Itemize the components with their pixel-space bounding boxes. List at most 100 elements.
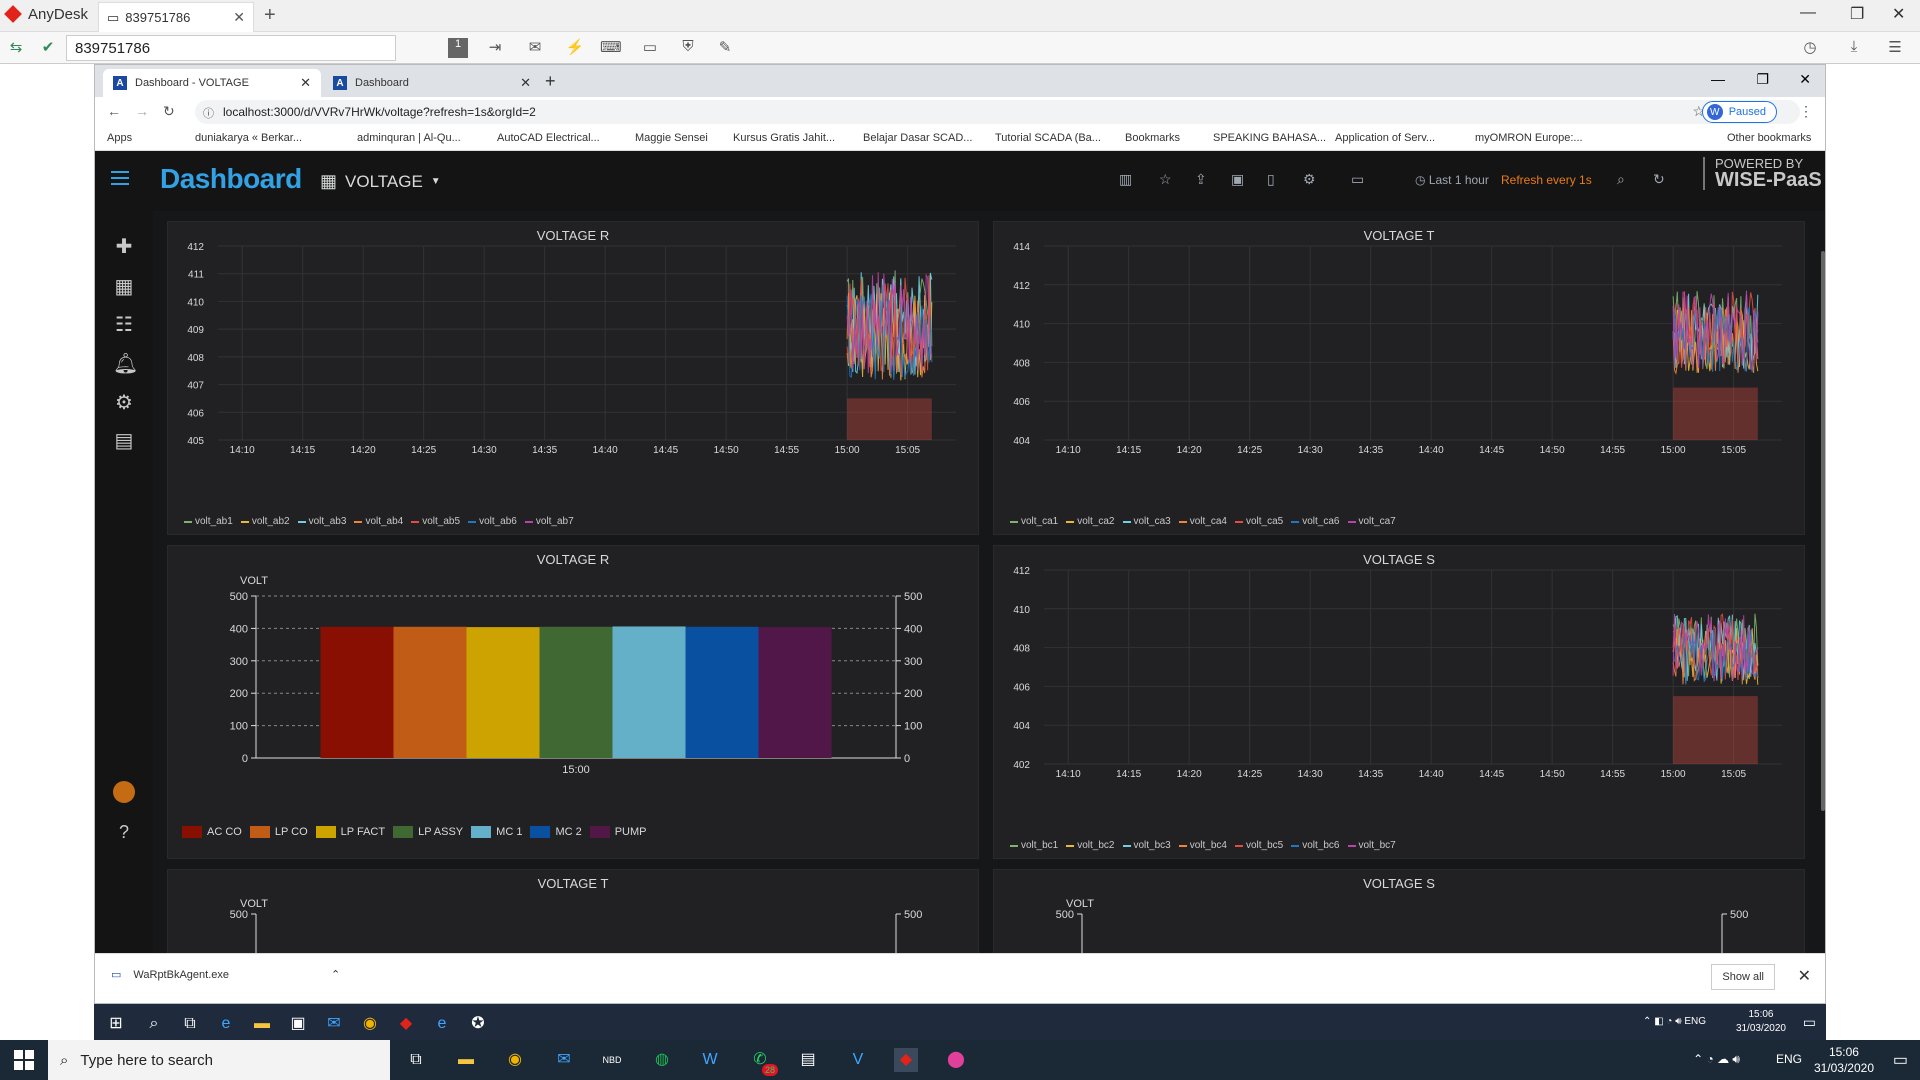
history-icon[interactable]: ◷ — [1800, 38, 1820, 58]
tab-dashboard[interactable]: A Dashboard ✕ — [323, 69, 541, 97]
legend-item[interactable]: volt_ab4 — [354, 516, 403, 527]
anydesk-icon[interactable]: ◆ — [394, 1012, 418, 1036]
store-icon[interactable]: ▣ — [286, 1012, 310, 1036]
bookmark-item[interactable]: Tutorial SCADA (Ba... — [995, 132, 1101, 144]
legend-item[interactable]: volt_ab5 — [411, 516, 460, 527]
show-all-button[interactable]: Show all — [1711, 964, 1775, 990]
app-icon[interactable]: ✪ — [466, 1012, 490, 1036]
notifications-icon[interactable]: ▭ — [1803, 1014, 1816, 1031]
maps-pin-icon[interactable]: ⬤ — [944, 1048, 968, 1072]
bookmark-item[interactable]: duniakarya « Berkar... — [195, 132, 302, 144]
legend-item[interactable]: volt_ca4 — [1178, 516, 1227, 527]
configuration-gear-icon[interactable]: ⚙ — [113, 392, 135, 414]
legend-item[interactable]: LP CO — [249, 826, 308, 838]
server-admin-icon[interactable]: ▤ — [113, 430, 135, 452]
legend-item[interactable]: volt_bc1 — [1010, 840, 1058, 851]
dashboard-scrollbar[interactable] — [1821, 251, 1825, 811]
settings-icon[interactable]: ⚙ — [1303, 171, 1316, 188]
chrome-icon[interactable]: ◉ — [503, 1048, 527, 1072]
download-item[interactable]: ▭ WaRptBkAgent.exe ⌃ — [111, 968, 340, 982]
refresh-interval[interactable]: Refresh every 1s — [1501, 173, 1592, 187]
bookmark-item[interactable]: Bookmarks — [1125, 132, 1180, 144]
legend-item[interactable]: volt_bc6 — [1291, 840, 1340, 851]
chat-icon[interactable]: ✉ — [525, 38, 545, 58]
create-plus-icon[interactable]: ✚ — [113, 236, 135, 258]
legend-item[interactable]: volt_bc4 — [1178, 840, 1227, 851]
star-icon[interactable]: ☆ — [1159, 171, 1172, 188]
download-icon[interactable]: ⤓ — [1844, 38, 1864, 58]
profile-paused-button[interactable]: W Paused — [1701, 101, 1777, 123]
switch-sides-icon[interactable]: ⇥ — [485, 38, 505, 58]
bookmark-item[interactable]: adminquran | Al-Qu... — [357, 132, 461, 144]
close-tab-icon[interactable]: ✕ — [233, 9, 245, 26]
actions-icon[interactable]: ⚡ — [565, 38, 585, 58]
keyboard-icon[interactable]: ⌨ — [600, 38, 622, 58]
monitor-select-icon[interactable]: 1 — [448, 38, 468, 58]
bookmark-item[interactable]: Maggie Sensei — [635, 132, 708, 144]
time-range-picker[interactable]: ◷ Last 1 hour — [1415, 173, 1489, 187]
info-icon[interactable]: ⓘ — [203, 105, 214, 121]
refresh-icon[interactable]: ↻ — [1653, 171, 1665, 188]
list-icon[interactable]: ☷ — [113, 314, 135, 336]
language-indicator[interactable]: ENG — [1684, 1016, 1706, 1027]
dashboard-picker[interactable]: ▦ VOLTAGE ▼ — [320, 171, 441, 192]
edge-icon[interactable]: e — [214, 1012, 238, 1036]
url-field[interactable]: localhost:3000/d/VVRv7HrWk/voltage?refre… — [195, 100, 1800, 124]
save-icon[interactable]: ▣ — [1231, 171, 1244, 188]
minimize-icon[interactable]: — — [1800, 4, 1816, 22]
tab-dashboard-voltage[interactable]: A Dashboard - VOLTAGE ✕ — [103, 69, 321, 97]
clock[interactable]: 15:06 31/03/2020 — [1814, 1044, 1874, 1076]
bookmark-item[interactable]: SPEAKING BAHASA... — [1213, 132, 1326, 144]
legend-item[interactable]: MC 1 — [471, 826, 522, 838]
chrome-icon[interactable]: ◉ — [358, 1012, 382, 1036]
legend-item[interactable]: LP FACT — [315, 826, 385, 838]
help-icon[interactable]: ? — [113, 821, 135, 843]
legend-item[interactable]: volt_ca7 — [1347, 516, 1396, 527]
anydesk-icon[interactable]: ◆ — [894, 1048, 918, 1072]
permissions-icon[interactable]: ⛨ — [678, 38, 698, 58]
legend-item[interactable]: volt_ca3 — [1122, 516, 1171, 527]
task-view-icon[interactable]: ⧉ — [404, 1048, 428, 1072]
legend-item[interactable]: volt_ab7 — [524, 516, 574, 527]
legend-item[interactable]: MC 2 — [530, 826, 582, 838]
bookmark-apps[interactable]: Apps — [107, 132, 132, 144]
windows-start-icon[interactable] — [14, 1050, 34, 1070]
close-window-icon[interactable]: ✕ — [1892, 4, 1905, 24]
word-icon[interactable]: W — [698, 1048, 722, 1072]
legend-item[interactable]: volt_ca1 — [1010, 516, 1058, 527]
mail-icon[interactable]: ✉ — [552, 1048, 576, 1072]
grafana-title[interactable]: Dashboard — [160, 163, 302, 195]
clock[interactable]: 15:06 31/03/2020 — [1736, 1008, 1786, 1036]
bookmark-item[interactable]: Belajar Dasar SCAD... — [863, 132, 972, 144]
display-icon[interactable]: ▭ — [640, 38, 660, 58]
legend-item[interactable]: volt_ca2 — [1066, 516, 1115, 527]
legend-item[interactable]: volt_bc3 — [1122, 840, 1171, 851]
file-explorer-icon[interactable]: ▬ — [454, 1048, 478, 1072]
legend-item[interactable]: LP ASSY — [393, 826, 463, 838]
new-tab-icon[interactable]: + — [264, 4, 276, 27]
whatsapp-icon[interactable]: ✆ 28 — [748, 1048, 778, 1076]
bookmark-item[interactable]: Application of Serv... — [1335, 132, 1435, 144]
anydesk-address-field[interactable]: 839751786 — [66, 35, 396, 61]
nbd-app-icon[interactable]: NBD — [600, 1048, 624, 1072]
network-app-icon[interactable]: ▤ — [796, 1048, 820, 1072]
legend-item[interactable]: PUMP — [589, 826, 647, 838]
restore-icon[interactable]: ❐ — [1850, 4, 1864, 24]
legend-item[interactable]: AC CO — [182, 826, 242, 838]
legend-item[interactable]: volt_ab2 — [240, 516, 290, 527]
file-explorer-icon[interactable]: ▬ — [250, 1012, 274, 1036]
other-bookmarks[interactable]: Other bookmarks — [1727, 132, 1811, 144]
tray-icons[interactable]: ⌃ ◧ ◔ 🔊︎ — [1643, 1016, 1684, 1027]
restore-icon[interactable]: ❐ — [1756, 71, 1769, 88]
add-panel-icon[interactable]: ▥ — [1119, 171, 1132, 188]
legend-item[interactable]: volt_ca6 — [1291, 516, 1340, 527]
tray-icons[interactable]: ⌃ ◔ ☁ 🔊︎ — [1693, 1052, 1740, 1067]
alerting-bell-icon[interactable]: 🔔︎ — [113, 353, 138, 375]
legend-item[interactable]: volt_bc2 — [1066, 840, 1115, 851]
legend-item[interactable]: volt_ab1 — [184, 516, 233, 527]
legend-item[interactable]: volt_bc7 — [1347, 840, 1396, 851]
task-view-icon[interactable]: ⧉ — [178, 1012, 202, 1036]
internet-explorer-icon[interactable]: e — [430, 1012, 454, 1036]
legend-item[interactable]: volt_bc5 — [1235, 840, 1283, 851]
notifications-icon[interactable]: ▭ — [1893, 1050, 1908, 1070]
